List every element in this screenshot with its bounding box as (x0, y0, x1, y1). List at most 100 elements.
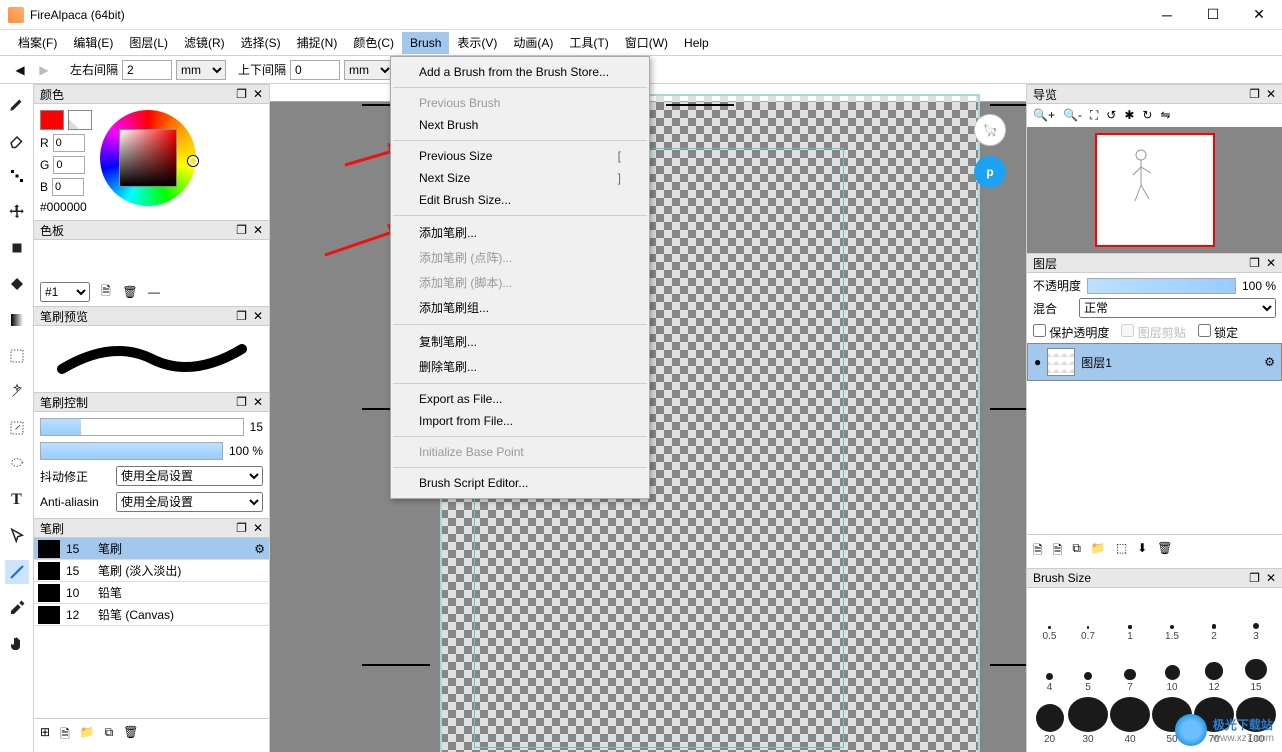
move-tool[interactable] (5, 200, 29, 224)
b-input[interactable] (52, 178, 84, 196)
brush-size-cell[interactable]: 12 (1194, 645, 1234, 693)
layer-gear-icon[interactable]: ⚙ (1264, 355, 1275, 369)
minimize-button[interactable]: ─ (1144, 0, 1190, 30)
layer-opacity-slider[interactable] (1087, 278, 1236, 294)
undo-button[interactable]: ◀ (10, 60, 30, 80)
dd-import[interactable]: Import from File... (391, 410, 649, 432)
opacity-slider[interactable] (40, 442, 223, 460)
divide-tool[interactable] (5, 560, 29, 584)
dd-export[interactable]: Export as File... (391, 388, 649, 410)
close-button[interactable]: ✕ (1236, 0, 1282, 30)
rotate-reset-icon[interactable]: ✱ (1124, 108, 1134, 123)
badge-pixiv[interactable]: p (974, 156, 1006, 188)
brush-list-item[interactable]: 12铅笔 (Canvas) (34, 604, 269, 626)
brush-menu-icon[interactable]: ⊞ (40, 725, 50, 746)
menu-filter[interactable]: 滤镜(R) (176, 30, 233, 55)
brush-size-cell[interactable]: 10 (1152, 645, 1192, 693)
merge-down-icon[interactable]: ⬇ (1137, 541, 1147, 562)
object-tool[interactable] (5, 524, 29, 548)
gradient-tool[interactable] (5, 308, 29, 332)
layer-item[interactable]: ● 图层1 ⚙ (1027, 343, 1282, 381)
new-folder-icon[interactable]: 📁 (1091, 541, 1106, 562)
hand-tool[interactable] (5, 632, 29, 656)
brush-list-item[interactable]: 15笔刷⚙ (34, 538, 269, 560)
menu-brush[interactable]: Brush (402, 32, 449, 54)
select-rect-tool[interactable] (5, 344, 29, 368)
undock-icon[interactable]: ❐ (236, 87, 247, 101)
dd-del-brush[interactable]: 删除笔刷... (391, 354, 649, 379)
color-wheel[interactable] (100, 110, 196, 206)
menu-edit[interactable]: 编辑(E) (65, 30, 121, 55)
delete-palette-icon[interactable]: 🗑 (122, 284, 138, 300)
delete-layer-icon[interactable]: 🗑 (1157, 541, 1172, 562)
g-input[interactable] (53, 156, 85, 174)
new-palette-icon[interactable]: 🗎 (98, 284, 114, 300)
fg-swatch[interactable] (40, 110, 64, 130)
vert-gap-input[interactable] (290, 60, 340, 80)
duplicate-icon[interactable]: ⧉ (105, 725, 114, 746)
menu-view[interactable]: 表示(V) (449, 30, 505, 55)
bucket-tool[interactable] (5, 272, 29, 296)
redo-button[interactable]: ▶ (34, 60, 54, 80)
horiz-gap-input[interactable] (122, 60, 172, 80)
brush-size-cell[interactable]: 3 (1236, 594, 1276, 642)
clipping-check[interactable]: 图层剪贴 (1121, 324, 1185, 341)
menu-snap[interactable]: 捕捉(N) (289, 30, 346, 55)
trash-icon[interactable]: 🗑 (123, 725, 138, 746)
size-slider[interactable] (40, 418, 244, 436)
eyedropper-tool[interactable] (5, 596, 29, 620)
brush-list-item[interactable]: 10铅笔 (34, 582, 269, 604)
lasso-tool[interactable] (5, 452, 29, 476)
brush-size-cell[interactable]: 0.5 (1033, 594, 1066, 642)
rotate-right-icon[interactable]: ↻ (1142, 108, 1152, 123)
r-input[interactable] (53, 134, 85, 152)
flip-icon[interactable]: ⇋ (1160, 108, 1170, 123)
menu-help[interactable]: Help (676, 32, 717, 54)
lock-check[interactable]: 锁定 (1198, 324, 1238, 341)
menu-animation[interactable]: 动画(A) (505, 30, 561, 55)
dot-tool[interactable] (5, 164, 29, 188)
horiz-gap-unit[interactable]: mm (176, 60, 226, 80)
menu-layer[interactable]: 图层(L) (121, 30, 176, 55)
palette-preset[interactable]: #1 (40, 282, 90, 302)
wand-tool[interactable] (5, 380, 29, 404)
protect-alpha-check[interactable]: 保护透明度 (1033, 324, 1109, 341)
vert-gap-unit[interactable]: mm (344, 60, 394, 80)
dd-next-size[interactable]: Next Size] (391, 167, 649, 189)
menu-select[interactable]: 选择(S) (233, 30, 289, 55)
maximize-button[interactable]: ☐ (1190, 0, 1236, 30)
brush-size-cell[interactable]: 20 (1033, 697, 1066, 745)
new-layer2-icon[interactable]: 🗎 (1053, 541, 1063, 562)
brush-size-cell[interactable]: 30 (1068, 697, 1108, 745)
dd-add-brush-group[interactable]: 添加笔刷组... (391, 295, 649, 320)
brush-size-cell[interactable]: 4 (1033, 645, 1066, 693)
menu-file[interactable]: 档案(F) (10, 30, 65, 55)
brush-size-cell[interactable]: 40 (1110, 697, 1150, 745)
visibility-icon[interactable]: ● (1034, 355, 1041, 369)
rotate-left-icon[interactable]: ↺ (1106, 108, 1116, 123)
dd-next-brush[interactable]: Next Brush (391, 114, 649, 136)
dd-script-editor[interactable]: Brush Script Editor... (391, 472, 649, 494)
menu-tool[interactable]: 工具(T) (561, 30, 616, 55)
brush-size-cell[interactable]: 1 (1110, 594, 1150, 642)
navigator-view[interactable] (1027, 127, 1282, 253)
dd-edit-size[interactable]: Edit Brush Size... (391, 189, 649, 211)
text-tool[interactable]: T (5, 488, 29, 512)
fill-tool[interactable] (5, 236, 29, 260)
zoom-out-icon[interactable]: 🔍- (1063, 108, 1082, 123)
gear-icon[interactable]: ⚙ (254, 542, 265, 556)
brush-tool[interactable] (5, 92, 29, 116)
brush-size-cell[interactable]: 7 (1110, 645, 1150, 693)
badge-firealpaca[interactable]: 🦙 (974, 114, 1006, 146)
brush-size-cell[interactable]: 15 (1236, 645, 1276, 693)
folder-icon[interactable]: 📁 (80, 725, 95, 746)
brush-list-item[interactable]: 15笔刷 (淡入淡出) (34, 560, 269, 582)
zoom-in-icon[interactable]: 🔍+ (1033, 108, 1055, 123)
menu-color[interactable]: 颜色(C) (345, 30, 402, 55)
brush-size-cell[interactable]: 0.7 (1068, 594, 1108, 642)
eraser-tool[interactable] (5, 128, 29, 152)
brush-size-cell[interactable]: 1.5 (1152, 594, 1192, 642)
menu-window[interactable]: 窗口(W) (617, 30, 676, 55)
close-panel-icon[interactable]: ✕ (253, 87, 263, 101)
jitter-select[interactable]: 使用全局设置 (116, 466, 263, 486)
